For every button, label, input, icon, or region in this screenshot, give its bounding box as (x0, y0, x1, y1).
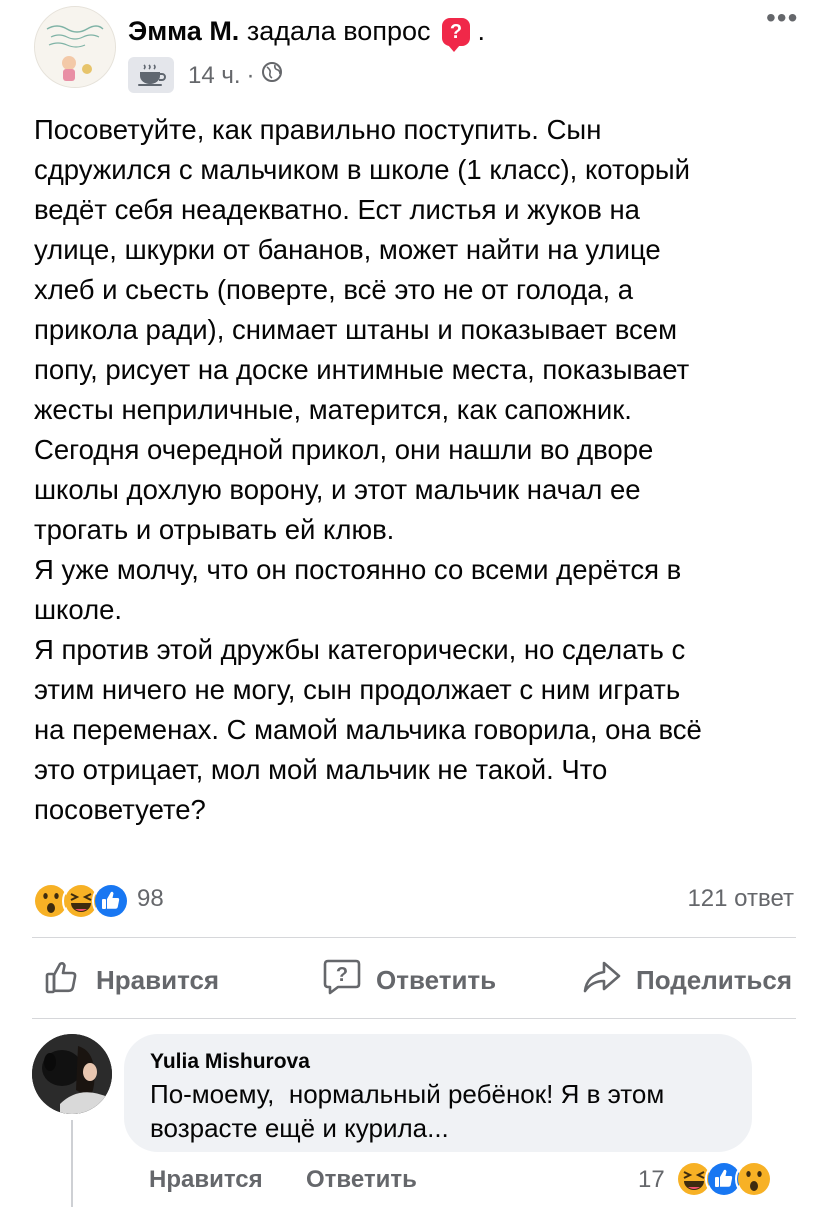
commenter-name[interactable]: Yulia Mishurova (150, 1050, 310, 1074)
header-period: . (477, 16, 486, 46)
meta-separator: · (246, 61, 255, 89)
share-button-label: Поделиться (636, 964, 793, 995)
group-cup-icon[interactable] (128, 57, 174, 93)
like-icon (92, 882, 130, 920)
share-button[interactable]: Поделиться (582, 960, 792, 1000)
comment-like-button[interactable]: Нравится (149, 1166, 263, 1194)
post-header-line: Эмма М. задала вопрос ? . (128, 16, 486, 52)
divider-bottom (32, 1018, 796, 1019)
thread-line (71, 1120, 73, 1207)
svg-text:?: ? (336, 964, 348, 986)
reaction-count[interactable]: 98 (137, 885, 164, 913)
answer-button[interactable]: ? Ответить (322, 958, 497, 1003)
author-name[interactable]: Эмма М. (128, 16, 239, 46)
globe-icon (261, 61, 283, 90)
commenter-avatar[interactable] (32, 1034, 112, 1114)
post-meta: 14 ч. · (188, 61, 283, 90)
comment-text: По-моему, нормальный ребёнок! Я в этом в… (150, 1077, 742, 1145)
answers-count[interactable]: 121 ответ (687, 885, 794, 913)
post-action-text: задала вопрос (246, 16, 431, 46)
post-time[interactable]: 14 ч. (188, 62, 241, 90)
comment-reactions[interactable] (675, 1160, 773, 1198)
more-options-icon[interactable]: ••• (766, 2, 798, 34)
like-button[interactable]: Нравится (44, 960, 219, 1000)
share-arrow-icon (582, 959, 622, 1002)
author-avatar[interactable] (34, 6, 116, 88)
like-button-label: Нравится (96, 964, 220, 995)
question-badge-icon: ? (442, 18, 470, 52)
answer-button-label: Ответить (376, 964, 497, 995)
wow-icon (735, 1160, 773, 1198)
post-body: Посоветуйте, как правильно поступить. Сы… (34, 114, 702, 825)
thumbs-up-icon (44, 958, 82, 1003)
post-reactions[interactable] (32, 882, 130, 920)
question-bubble-icon: ? (322, 958, 362, 1003)
comment-reply-button[interactable]: Ответить (306, 1166, 417, 1194)
comment-reaction-count[interactable]: 17 (638, 1166, 665, 1194)
comment-text-content: По-моему, нормальный ребёнок! Я в этом в… (150, 1079, 665, 1143)
divider-top (32, 937, 796, 938)
